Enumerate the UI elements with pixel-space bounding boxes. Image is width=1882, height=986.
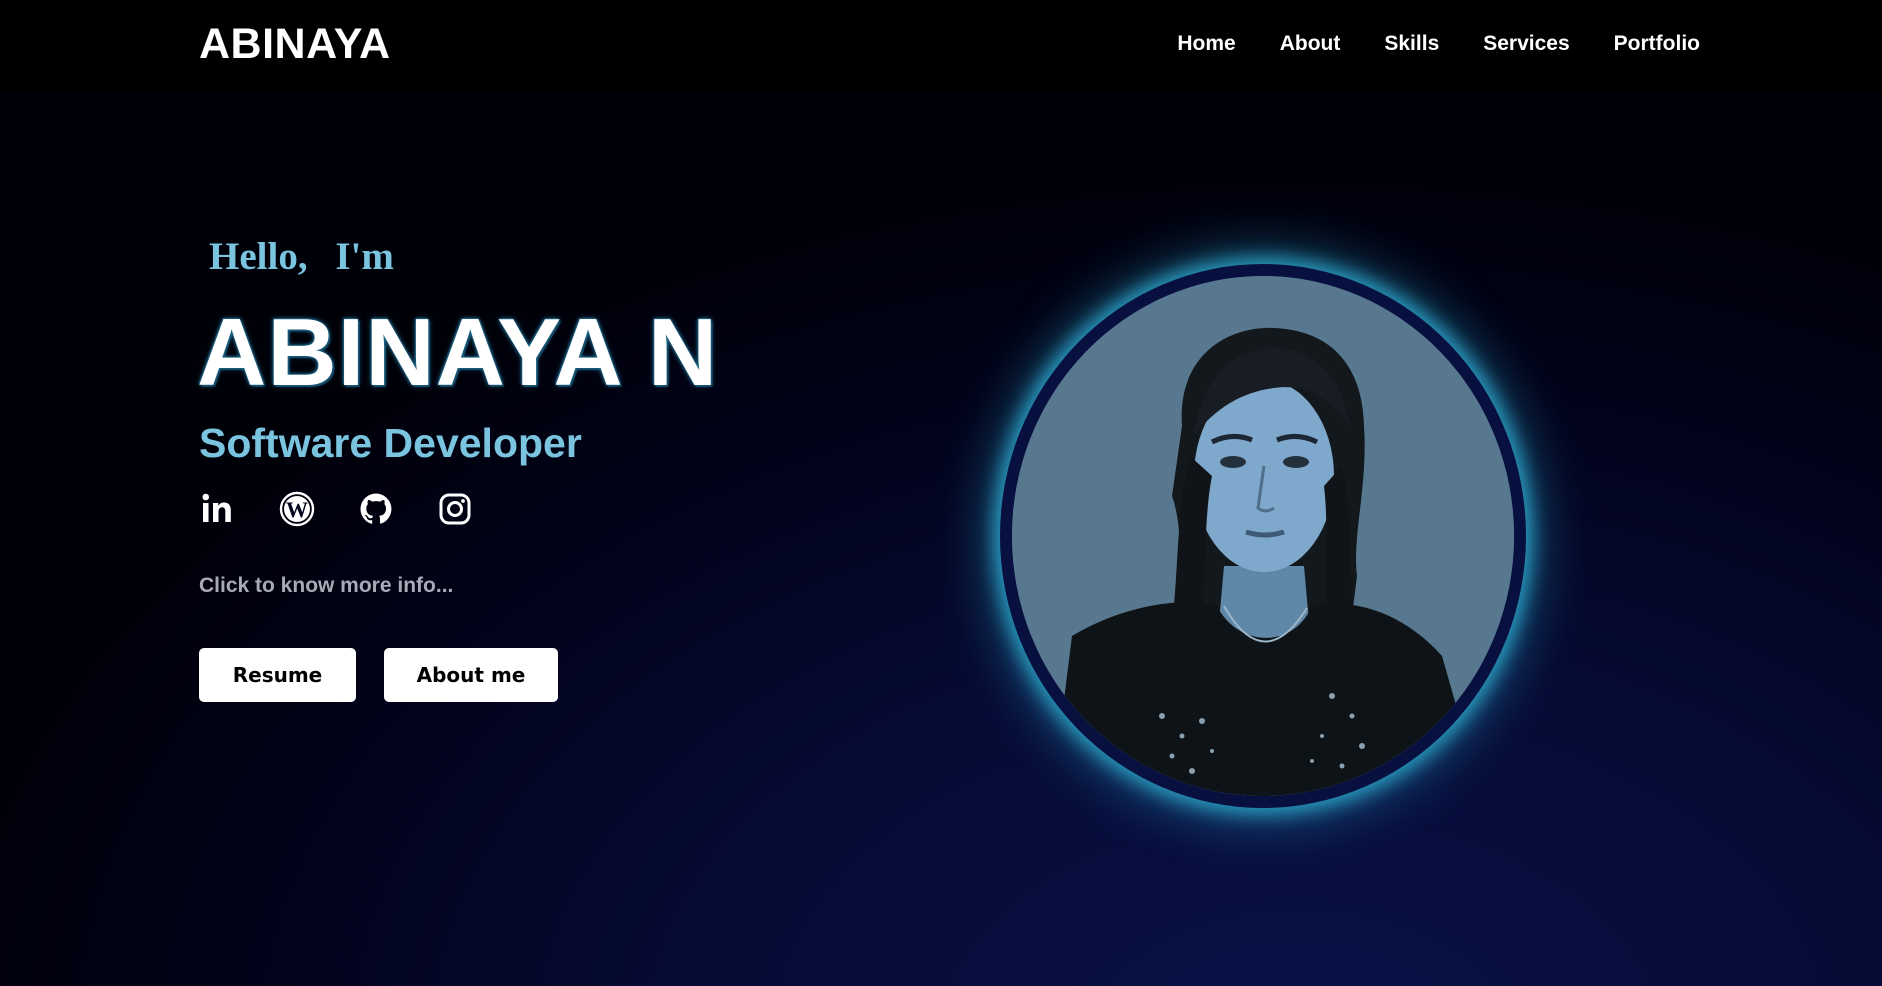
svg-text:W: W bbox=[286, 497, 308, 522]
social-links: W bbox=[199, 490, 474, 528]
nav-home[interactable]: Home bbox=[1177, 32, 1235, 56]
nav-portfolio[interactable]: Portfolio bbox=[1614, 32, 1700, 56]
wordpress-icon[interactable]: W bbox=[278, 490, 316, 528]
nav-skills[interactable]: Skills bbox=[1384, 32, 1439, 56]
navbar: ABINAYA Home About Skills Services Portf… bbox=[0, 0, 1882, 92]
nav-menu: Home About Skills Services Portfolio bbox=[1177, 32, 1700, 56]
nav-services[interactable]: Services bbox=[1483, 32, 1569, 56]
brand-logo[interactable]: ABINAYA bbox=[199, 20, 391, 69]
hero-name: ABINAYA N bbox=[197, 299, 719, 406]
hero-role: Software Developer bbox=[199, 420, 582, 466]
page: ABINAYA Home About Skills Services Portf… bbox=[0, 0, 1882, 986]
about-me-button[interactable]: About me bbox=[384, 648, 558, 702]
hero-greeting: Hello, I'm bbox=[209, 235, 394, 278]
nav-about[interactable]: About bbox=[1280, 32, 1341, 56]
linkedin-icon[interactable] bbox=[199, 490, 237, 528]
info-text: Click to know more info... bbox=[199, 574, 454, 597]
github-icon[interactable] bbox=[357, 490, 395, 528]
instagram-icon[interactable] bbox=[436, 490, 474, 528]
profile-photo bbox=[1012, 276, 1514, 796]
resume-button[interactable]: Resume bbox=[199, 648, 356, 702]
